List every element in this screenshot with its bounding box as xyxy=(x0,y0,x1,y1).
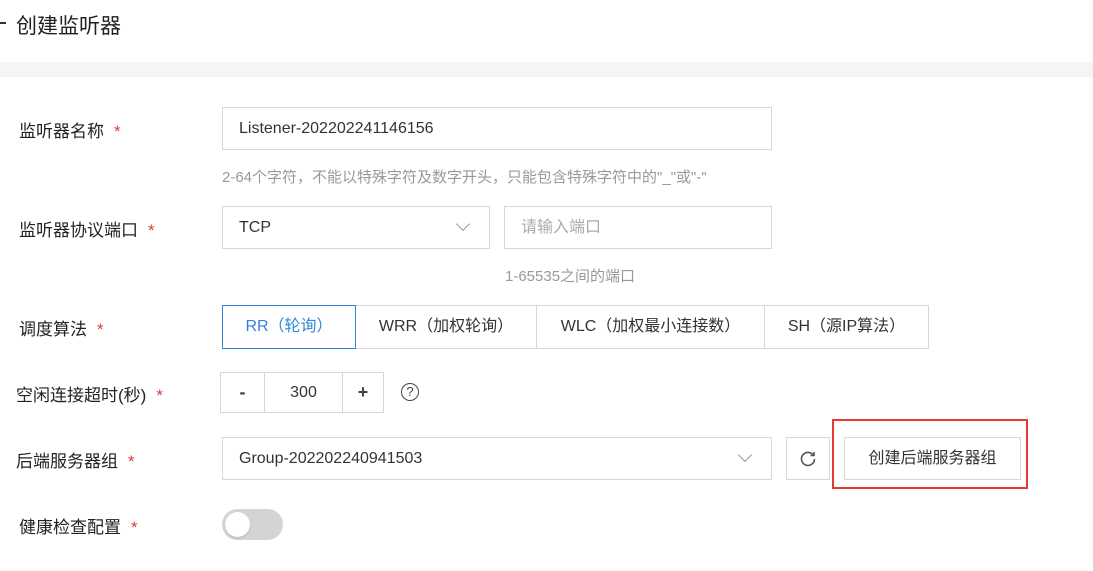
port-input[interactable]: 请输入端口 xyxy=(504,206,772,249)
health-check-label-text: 健康检查配置 xyxy=(19,518,121,537)
required-mark: * xyxy=(114,122,121,141)
algorithm-option-wlc[interactable]: WLC（加权最小连接数） xyxy=(536,305,765,349)
health-check-label: 健康检查配置 * xyxy=(19,513,138,538)
required-mark: * xyxy=(131,518,138,537)
toggle-knob xyxy=(225,512,250,537)
idle-timeout-input[interactable]: 300 xyxy=(264,372,343,413)
backend-group-select[interactable]: Group-202202240941503 xyxy=(222,437,772,480)
required-mark: * xyxy=(128,452,135,471)
protocol-port-label-text: 监听器协议端口 xyxy=(19,221,138,240)
port-input-placeholder: 请输入端口 xyxy=(521,219,602,236)
listener-name-label-text: 监听器名称 xyxy=(19,122,104,141)
chevron-down-icon xyxy=(455,216,471,232)
port-hint: 1-65535之间的端口 xyxy=(505,268,636,285)
backend-group-label-text: 后端服务器组 xyxy=(16,452,118,471)
required-mark: * xyxy=(148,221,155,240)
back-icon[interactable] xyxy=(0,22,6,24)
page-title: 创建监听器 xyxy=(16,15,121,38)
algorithm-label-text: 调度算法 xyxy=(19,320,87,339)
highlight-box xyxy=(832,419,1028,489)
header-divider xyxy=(0,62,1093,77)
protocol-select-value: TCP xyxy=(239,219,271,236)
algorithm-label: 调度算法 * xyxy=(19,315,104,340)
algorithm-option-sh[interactable]: SH（源IP算法） xyxy=(764,305,929,349)
help-icon[interactable]: ? xyxy=(401,383,419,401)
health-check-toggle[interactable] xyxy=(222,509,283,540)
algorithm-option-wrr[interactable]: WRR（加权轮询） xyxy=(355,305,537,349)
algorithm-option-rr[interactable]: RR（轮询） xyxy=(222,305,356,349)
listener-name-input[interactable]: Listener-202202241146156 xyxy=(222,107,772,150)
protocol-select[interactable]: TCP xyxy=(222,206,490,249)
increment-button[interactable]: + xyxy=(342,372,384,413)
backend-group-select-value: Group-202202240941503 xyxy=(239,450,423,467)
idle-timeout-label-text: 空闲连接超时(秒) xyxy=(16,386,147,405)
listener-name-hint: 2-64个字符，不能以特殊字符及数字开头，只能包含特殊字符中的"_"或"-" xyxy=(222,169,707,186)
chevron-down-icon xyxy=(737,447,753,463)
refresh-button[interactable] xyxy=(786,437,830,480)
listener-name-label: 监听器名称 * xyxy=(19,117,121,142)
page-header: 创建监听器 xyxy=(0,0,1093,62)
required-mark: * xyxy=(156,386,163,405)
protocol-port-label: 监听器协议端口 * xyxy=(19,216,155,241)
refresh-icon xyxy=(800,451,816,467)
required-mark: * xyxy=(97,320,104,339)
backend-group-label: 后端服务器组 * xyxy=(16,447,135,472)
decrement-button[interactable]: - xyxy=(220,372,265,413)
idle-timeout-label: 空闲连接超时(秒) * xyxy=(16,381,163,406)
